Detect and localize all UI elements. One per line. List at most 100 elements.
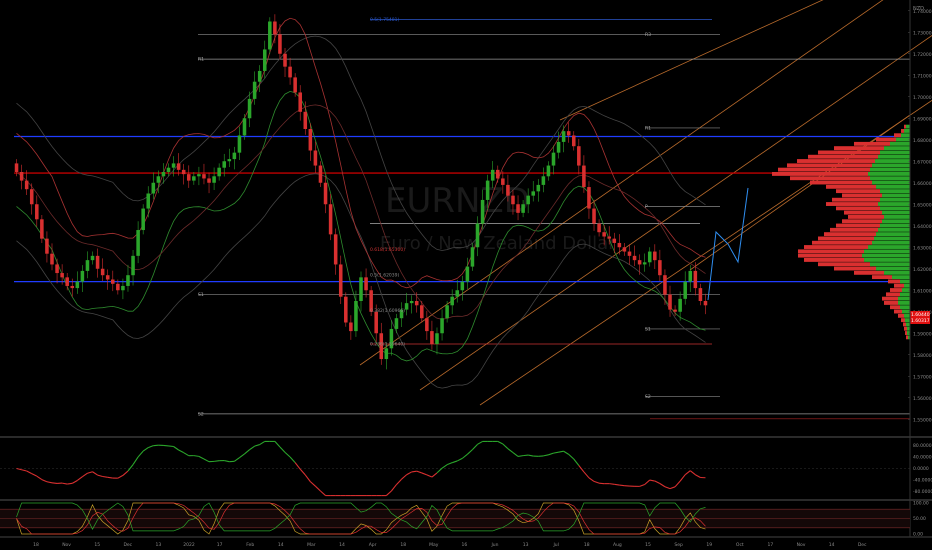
volume-profile-bull-bar	[880, 189, 910, 194]
candle-body	[45, 238, 49, 254]
candle-body	[227, 159, 232, 162]
time-tick-label: Mar	[307, 542, 316, 548]
candle-body	[19, 172, 24, 181]
candle-body	[607, 236, 611, 239]
candle-body	[546, 165, 551, 177]
volume-profile-bull-bar	[876, 184, 910, 189]
time-tick-label: 13	[156, 542, 162, 548]
osc1-line	[67, 482, 73, 485]
volume-profile-bull-bar	[905, 318, 910, 323]
fib-label: 0.5(1.75481)	[370, 17, 400, 23]
volume-profile-bear-bar	[778, 167, 870, 172]
volume-profile-bear-bar	[826, 202, 878, 206]
price-tick-label: 1.65000	[913, 202, 932, 208]
volume-profile-bear-bar	[836, 189, 880, 194]
volume-profile-bull-bar	[906, 124, 910, 129]
candle-body	[663, 275, 667, 295]
candle-body	[440, 318, 444, 334]
price-tick-label: 1.73000	[913, 30, 932, 36]
osc1-tick-label: 0.0000	[913, 466, 929, 472]
candle-body	[146, 193, 151, 209]
candle-body	[501, 178, 505, 185]
candle-body	[430, 331, 434, 344]
osc1-line	[214, 460, 220, 462]
candle-body	[232, 152, 237, 160]
candle-body	[551, 152, 556, 166]
candle-body	[354, 301, 358, 332]
candle-body	[80, 270, 85, 282]
volume-profile-bear-bar	[804, 245, 868, 249]
candle-body	[425, 318, 429, 332]
candle-body	[111, 279, 115, 284]
pivot-label: R1	[645, 125, 651, 131]
candle-body	[642, 262, 647, 265]
osc1-line	[107, 476, 113, 479]
candle-body	[344, 296, 348, 323]
volume-profile-bear-bar	[894, 309, 902, 314]
volume-profile-bear-bar	[854, 141, 890, 146]
osc1-line	[609, 483, 615, 485]
osc2-tick-label: 50.00	[913, 516, 926, 522]
candle-body	[414, 301, 419, 306]
candle-body	[409, 301, 414, 304]
candle-body	[637, 260, 642, 265]
candle-body	[496, 169, 500, 179]
time-tick-label: 14	[278, 542, 284, 548]
pivot-label: S1	[198, 292, 204, 298]
volume-profile-bull-bar	[872, 180, 910, 185]
candle-body	[262, 49, 267, 71]
time-tick-label: 19	[706, 542, 712, 548]
volume-profile-bear-bar	[842, 193, 882, 198]
volume-profile-bear-bar	[884, 301, 898, 305]
osc1-line	[614, 483, 620, 486]
volume-profile-bear-bar	[787, 163, 872, 168]
candle-body	[24, 180, 29, 190]
candle-body	[323, 182, 328, 205]
fib-label: 0.382(1.60966)	[370, 308, 405, 314]
time-tick-label: 15	[94, 542, 100, 548]
candle-body	[252, 81, 257, 99]
candle-body	[303, 111, 308, 129]
volume-profile-bear-bar	[876, 137, 896, 142]
volume-profile-bear-bar	[901, 129, 904, 133]
candle-body	[460, 281, 465, 291]
time-tick-label: Nov	[797, 542, 806, 548]
candle-body	[673, 309, 677, 312]
time-tick-label: 18	[33, 542, 39, 548]
price-tick-label: 1.62000	[913, 267, 932, 273]
volume-profile-bear-bar	[844, 210, 882, 215]
candle-body	[622, 247, 627, 252]
volume-profile-bull-bar	[882, 210, 910, 215]
volume-profile-bear-bar	[842, 219, 882, 224]
candle-body	[141, 208, 145, 231]
time-tick-label: 13	[523, 542, 529, 548]
price-tick-label: 1.71000	[913, 73, 932, 79]
candle-body	[541, 176, 546, 185]
candle-body	[308, 129, 313, 151]
candle-body	[293, 77, 297, 93]
candle-body	[268, 21, 272, 50]
candle-body	[384, 348, 389, 360]
time-tick-label: Sep	[674, 542, 683, 548]
time-tick-label: May	[429, 542, 439, 548]
candle-body	[561, 131, 566, 142]
candle-body	[151, 182, 156, 194]
volume-profile-bull-bar	[898, 301, 910, 305]
volume-profile-bull-bar	[900, 279, 910, 284]
candle-body	[647, 251, 652, 263]
candle-body	[283, 53, 287, 67]
volume-profile-bull-bar	[870, 167, 910, 172]
candle-body	[480, 199, 485, 224]
candle-body	[95, 255, 100, 269]
volume-profile-bull-bar	[862, 253, 910, 258]
candle-body	[136, 230, 140, 256]
osc1-line	[599, 482, 605, 485]
volume-profile-bear-bar	[904, 124, 906, 129]
volume-profile-bull-bar	[878, 154, 910, 159]
candle-body	[288, 66, 292, 78]
candle-body	[683, 281, 687, 299]
candle-body	[556, 141, 561, 153]
osc1-tick-label: -40.0000	[913, 477, 932, 483]
fib-label: 0.5(1.62039)	[370, 273, 400, 279]
candle-body	[450, 296, 454, 306]
